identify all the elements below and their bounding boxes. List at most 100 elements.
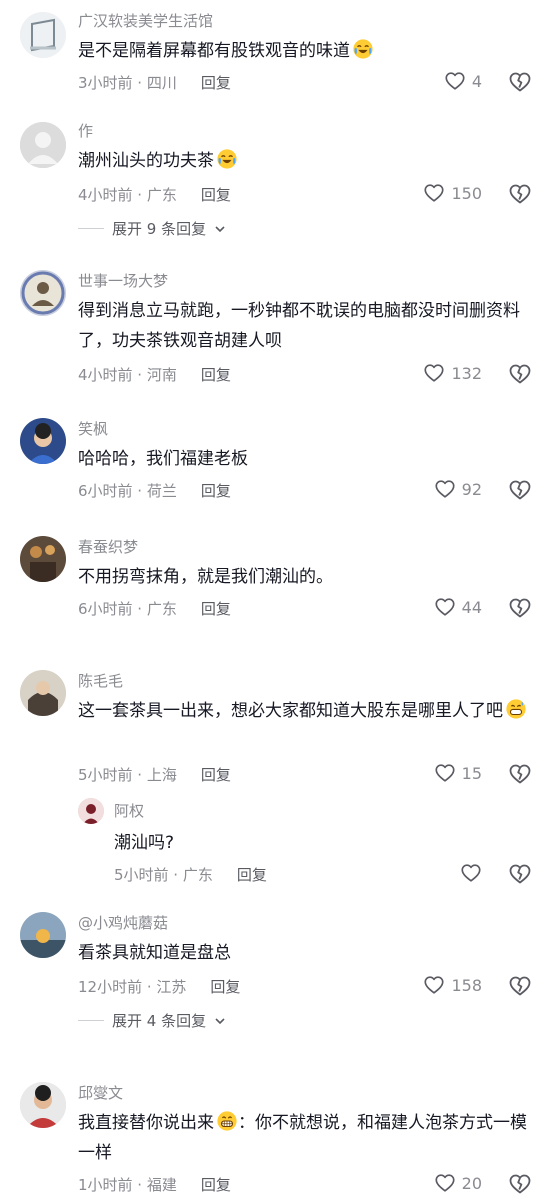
heart-outline-icon — [434, 478, 456, 500]
like-button[interactable]: 4 — [444, 70, 482, 92]
chevron-down-icon — [214, 1015, 226, 1027]
divider-line — [78, 1020, 104, 1021]
like-button[interactable]: 92 — [434, 478, 482, 500]
reply-button[interactable]: 回复 — [237, 866, 267, 884]
like-button[interactable]: 44 — [434, 596, 482, 618]
comment-body: 潮州汕头的功夫茶 — [78, 151, 214, 171]
like-count: 92 — [461, 479, 482, 499]
broken-heart-icon[interactable] — [508, 1172, 532, 1196]
reply-avatar[interactable] — [78, 798, 104, 824]
comment-meta: 1小时前 · 福建 回复 — [78, 1174, 231, 1195]
avatar[interactable] — [20, 670, 66, 716]
like-button[interactable]: 15 — [434, 762, 482, 784]
avatar[interactable] — [20, 12, 66, 58]
username[interactable]: 广汉软装美学生活馆 — [78, 10, 213, 31]
broken-heart-icon[interactable] — [508, 182, 532, 206]
like-count: 158 — [451, 975, 482, 995]
comment-meta: 4小时前 · 河南 回复 — [78, 364, 231, 385]
comment-text: 是不是隔着屏幕都有股铁观音的味道 — [78, 36, 538, 66]
comment-body: 是不是隔着屏幕都有股铁观音的味道 — [78, 41, 350, 61]
heart-outline-icon — [444, 70, 466, 92]
like-count: 20 — [461, 1173, 482, 1193]
timestamp-location: 6小时前 · 广东 — [78, 600, 177, 618]
reply-button[interactable]: 回复 — [201, 74, 231, 92]
username[interactable]: 作 — [78, 120, 93, 141]
timestamp-location: 12小时前 · 江苏 — [78, 978, 187, 996]
laugh-cry-emoji-icon — [352, 38, 374, 60]
broken-heart-icon[interactable] — [508, 762, 532, 786]
divider-line — [78, 228, 104, 229]
like-button[interactable] — [460, 862, 482, 884]
avatar[interactable] — [20, 418, 66, 464]
reply-button[interactable]: 回复 — [210, 978, 240, 996]
expand-replies-label: 展开 4 条回复 — [112, 1012, 207, 1030]
comment-body: 我直接替你说出来 — [78, 1113, 214, 1133]
broken-heart-icon[interactable] — [508, 70, 532, 94]
like-button[interactable]: 20 — [434, 1172, 482, 1194]
reply-button[interactable]: 回复 — [201, 186, 231, 204]
broken-heart-icon[interactable] — [508, 862, 532, 886]
avatar[interactable] — [20, 270, 66, 316]
like-count: 150 — [451, 183, 482, 203]
like-button[interactable]: 158 — [423, 974, 482, 996]
broken-heart-icon[interactable] — [508, 974, 532, 998]
like-count: 4 — [471, 71, 482, 91]
like-count: 15 — [461, 763, 482, 783]
comment-text: 得到消息立马就跑，一秒钟都不耽误的电脑都没时间删资料了，功夫茶铁观音胡建人呗 — [78, 301, 520, 351]
avatar[interactable] — [20, 536, 66, 582]
username[interactable]: 笑枫 — [78, 418, 108, 439]
grin-emoji-icon — [216, 1110, 238, 1132]
reply-button[interactable]: 回复 — [201, 600, 231, 618]
comment-meta: 6小时前 · 荷兰 回复 — [78, 480, 231, 501]
comment-meta: 12小时前 · 江苏 回复 — [78, 976, 240, 997]
laugh-cry-emoji-icon — [216, 148, 238, 170]
comment-text: 看茶具就知道是盘总 — [78, 943, 231, 963]
reply-button[interactable]: 回复 — [201, 1176, 231, 1194]
timestamp-location: 5小时前 · 广东 — [114, 866, 213, 884]
timestamp-location: 4小时前 · 广东 — [78, 186, 177, 204]
comment-meta: 5小时前 · 上海 回复 — [78, 764, 231, 785]
heart-outline-icon — [460, 862, 482, 884]
like-button[interactable]: 132 — [423, 362, 482, 384]
timestamp-location: 4小时前 · 河南 — [78, 366, 177, 384]
chevron-down-icon — [214, 223, 226, 235]
heart-outline-icon — [423, 362, 445, 384]
username[interactable]: 春蚕织梦 — [78, 536, 138, 557]
comment-meta: 6小时前 · 广东 回复 — [78, 598, 231, 619]
heart-outline-icon — [434, 1172, 456, 1194]
comment-text: 我直接替你说出来 ：你不就想说，和福建人泡茶方式一模一样 — [78, 1108, 538, 1168]
reply-meta: 5小时前 · 广东 回复 — [114, 864, 267, 885]
reply-button[interactable]: 回复 — [201, 482, 231, 500]
heart-outline-icon — [423, 182, 445, 204]
username[interactable]: 世事一场大梦 — [78, 270, 168, 291]
comment-meta: 3小时前 · 四川 回复 — [78, 72, 231, 93]
reply-button[interactable]: 回复 — [201, 366, 231, 384]
reply-username[interactable]: 阿权 — [114, 800, 144, 821]
grin-sweat-emoji-icon — [505, 698, 527, 720]
avatar[interactable] — [20, 122, 66, 168]
username[interactable]: 邱燮文 — [78, 1082, 123, 1103]
timestamp-location: 1小时前 · 福建 — [78, 1176, 177, 1194]
timestamp-location: 5小时前 · 上海 — [78, 766, 177, 784]
timestamp-location: 3小时前 · 四川 — [78, 74, 177, 92]
comment-text: 哈哈哈，我们福建老板 — [78, 449, 248, 469]
comment-text: 这一套茶具一出来，想必大家都知道大股东是哪里人了吧 — [78, 696, 538, 726]
expand-replies-button[interactable]: 展开 4 条回复 — [78, 1010, 226, 1031]
avatar[interactable] — [20, 912, 66, 958]
timestamp-location: 6小时前 · 荷兰 — [78, 482, 177, 500]
like-button[interactable]: 150 — [423, 182, 482, 204]
expand-replies-button[interactable]: 展开 9 条回复 — [78, 218, 226, 239]
like-count: 44 — [461, 597, 482, 617]
comment-text: 潮州汕头的功夫茶 — [78, 146, 538, 176]
expand-replies-label: 展开 9 条回复 — [112, 220, 207, 238]
broken-heart-icon[interactable] — [508, 362, 532, 386]
avatar[interactable] — [20, 1082, 66, 1128]
broken-heart-icon[interactable] — [508, 478, 532, 502]
comment-body: 这一套茶具一出来，想必大家都知道大股东是哪里人了吧 — [78, 701, 503, 721]
heart-outline-icon — [434, 762, 456, 784]
username[interactable]: @小鸡炖蘑菇 — [78, 912, 168, 933]
username[interactable]: 陈毛毛 — [78, 670, 123, 691]
comment-text: 不用拐弯抹角，就是我们潮汕的。 — [78, 567, 333, 587]
reply-button[interactable]: 回复 — [201, 766, 231, 784]
broken-heart-icon[interactable] — [508, 596, 532, 620]
